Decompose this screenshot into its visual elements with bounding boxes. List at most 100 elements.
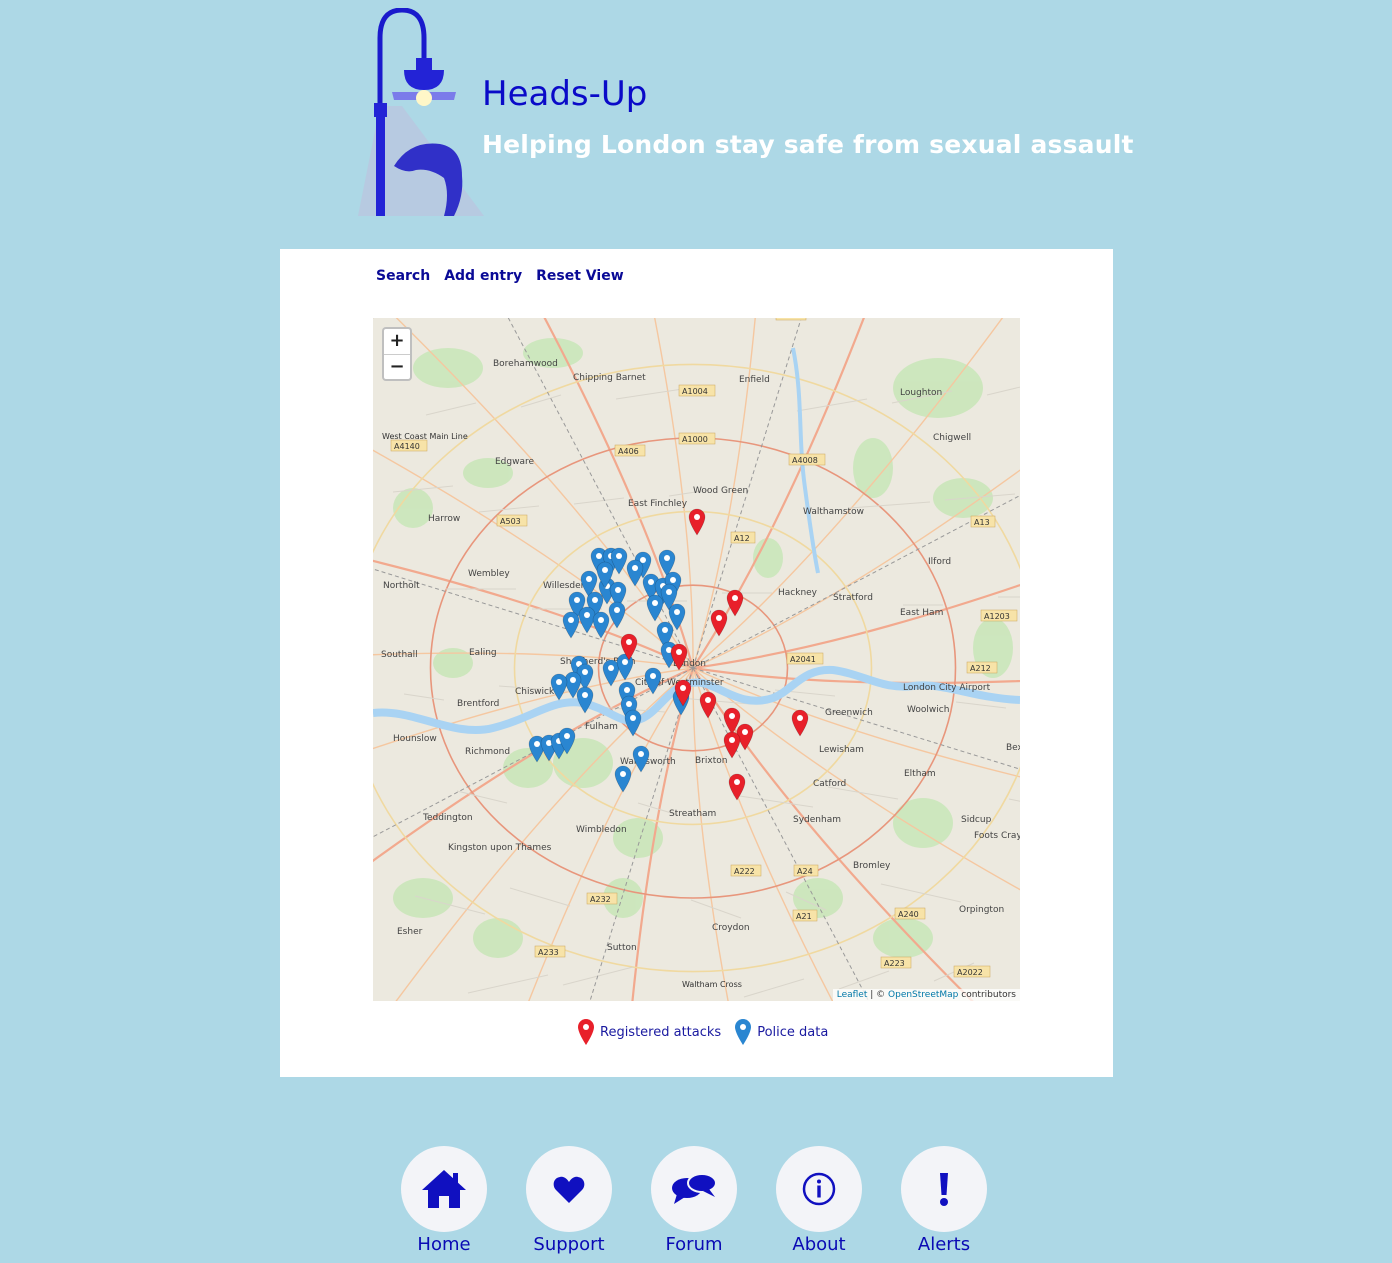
- map-place-label: East Ham: [900, 608, 943, 618]
- map-place-label: Sidcup: [961, 815, 992, 825]
- app-subtitle: Helping London stay safe from sexual ass…: [482, 130, 1134, 159]
- about-button[interactable]: [776, 1146, 862, 1232]
- map-place-label: Sydenham: [793, 815, 841, 825]
- map-place-label: Hackney: [778, 588, 818, 598]
- map-place-label: Harrow: [428, 514, 460, 524]
- nav-about[interactable]: About: [776, 1146, 901, 1255]
- nav-alerts[interactable]: Alerts: [901, 1146, 1026, 1255]
- leaflet-link[interactable]: Leaflet: [837, 990, 868, 1000]
- map-place-label: Loughton: [900, 388, 942, 398]
- map-menu: Search Add entry Reset View: [376, 268, 624, 284]
- map-road-label: A223: [884, 959, 905, 968]
- heart-icon: [553, 1176, 585, 1203]
- map-place-label: Chigwell: [933, 433, 971, 443]
- nav-alerts-label[interactable]: Alerts: [901, 1234, 987, 1255]
- nav-about-label[interactable]: About: [776, 1234, 862, 1255]
- map-road-label: A12: [734, 534, 750, 543]
- map-road-label: A240: [898, 910, 919, 919]
- add-entry-link[interactable]: Add entry: [444, 268, 522, 284]
- alerts-button[interactable]: [901, 1146, 987, 1232]
- map-road-label: A4008: [792, 456, 818, 465]
- map-place-label: Wembley: [468, 569, 510, 579]
- attribution-separator: | ©: [867, 990, 889, 1000]
- legend-registered-label: Registered attacks: [600, 1024, 722, 1040]
- map-road-label: A212: [970, 664, 991, 673]
- map-road-label: A1203: [984, 612, 1010, 621]
- nav-support-label[interactable]: Support: [526, 1234, 612, 1255]
- map-place-label: Ilford: [928, 557, 951, 567]
- map-road-label: A1000: [682, 435, 708, 444]
- info-icon: [802, 1172, 836, 1206]
- map-place-label: Teddington: [422, 813, 473, 823]
- legend-police: Police data: [735, 1019, 828, 1045]
- nav-home-label[interactable]: Home: [401, 1234, 487, 1255]
- map-place-label: Edgware: [495, 457, 534, 467]
- map-road-label: A232: [590, 895, 611, 904]
- map-place-label: Willesden: [543, 581, 586, 591]
- map-road-label: A21: [796, 912, 812, 921]
- map-place-label: Bromley: [853, 861, 891, 871]
- lamp-logo: [358, 8, 484, 216]
- app-title: Heads-Up: [482, 74, 648, 114]
- forum-button[interactable]: [651, 1146, 737, 1232]
- attribution-tail: contributors: [958, 990, 1016, 1000]
- map-road-label: A4140: [394, 442, 420, 451]
- map-place-label: Croydon: [712, 923, 750, 933]
- map-road-label: Waltham Cross: [682, 980, 742, 989]
- map-road-label: A233: [538, 948, 559, 957]
- map-place-label: Brixton: [695, 756, 727, 766]
- map-place-label: Ealing: [469, 648, 497, 658]
- nav-support[interactable]: Support: [526, 1146, 651, 1255]
- map-road-label: A503: [500, 517, 521, 526]
- legend-registered: Registered attacks: [578, 1019, 721, 1045]
- map-road-label: A110: [779, 318, 800, 320]
- map-road-label: West Coast Main Line: [382, 432, 468, 441]
- nav-home[interactable]: Home: [401, 1146, 526, 1255]
- nav-forum-label[interactable]: Forum: [651, 1234, 737, 1255]
- nav-forum[interactable]: Forum: [651, 1146, 776, 1255]
- map-place-label: Woolwich: [907, 705, 949, 715]
- zoom-in-button[interactable]: +: [384, 329, 410, 355]
- map-tiles[interactable]: Borehamwood Chipping Barnet Enfield Loughto…: [373, 318, 1020, 1001]
- map-road-label: A222: [734, 867, 755, 876]
- osm-link[interactable]: OpenStreetMap: [888, 990, 958, 1000]
- map-place-label: Lewisham: [819, 745, 864, 755]
- map-place-label: Enfield: [739, 375, 770, 385]
- map-attribution: Leaflet | © OpenStreetMap contributors: [832, 989, 1020, 1001]
- map-place-label: Southall: [381, 650, 418, 660]
- map-place-label: Stratford: [833, 593, 873, 603]
- map-place-label: Sutton: [607, 943, 637, 953]
- map-place-label: Greenwich: [825, 708, 873, 718]
- map-place-label: Foots Cray: [974, 831, 1020, 841]
- map-place-label: Eltham: [904, 769, 936, 779]
- map-place-label: Esher: [397, 927, 423, 937]
- map-place-label: Hounslow: [393, 734, 437, 744]
- home-button[interactable]: [401, 1146, 487, 1232]
- zoom-control: + −: [382, 327, 412, 381]
- bottom-nav: Home Support Forum About Alerts: [401, 1146, 1026, 1255]
- home-icon: [422, 1170, 466, 1208]
- map-place-label: Wimbledon: [576, 825, 627, 835]
- map-place-label: Chipping Barnet: [573, 373, 646, 383]
- map-place-label: Bex: [1006, 743, 1020, 753]
- blue-marker-icon: [735, 1019, 752, 1045]
- search-link[interactable]: Search: [376, 268, 430, 284]
- map-place-label: Brentford: [457, 699, 499, 709]
- map-place-label: Chiswick: [515, 687, 555, 697]
- london-map[interactable]: Borehamwood Chipping Barnet Enfield Loughto…: [373, 318, 1020, 1001]
- map-road-label: A406: [618, 447, 639, 456]
- red-marker-icon: [578, 1019, 594, 1045]
- map-legend: Registered attacks Police data: [578, 1019, 842, 1045]
- map-place-label: Wood Green: [693, 486, 748, 496]
- map-place-label: Kingston upon Thames: [448, 843, 552, 853]
- map-road-label: A2041: [790, 655, 816, 664]
- zoom-out-button[interactable]: −: [384, 355, 410, 380]
- map-place-label: Catford: [813, 779, 846, 789]
- map-place-label: Streatham: [669, 809, 716, 819]
- support-button[interactable]: [526, 1146, 612, 1232]
- map-road-label: A1004: [682, 387, 708, 396]
- map-place-label: Orpington: [959, 905, 1004, 915]
- reset-view-link[interactable]: Reset View: [536, 268, 624, 284]
- map-road-label: A2022: [957, 968, 983, 977]
- map-road-label: A24: [797, 867, 813, 876]
